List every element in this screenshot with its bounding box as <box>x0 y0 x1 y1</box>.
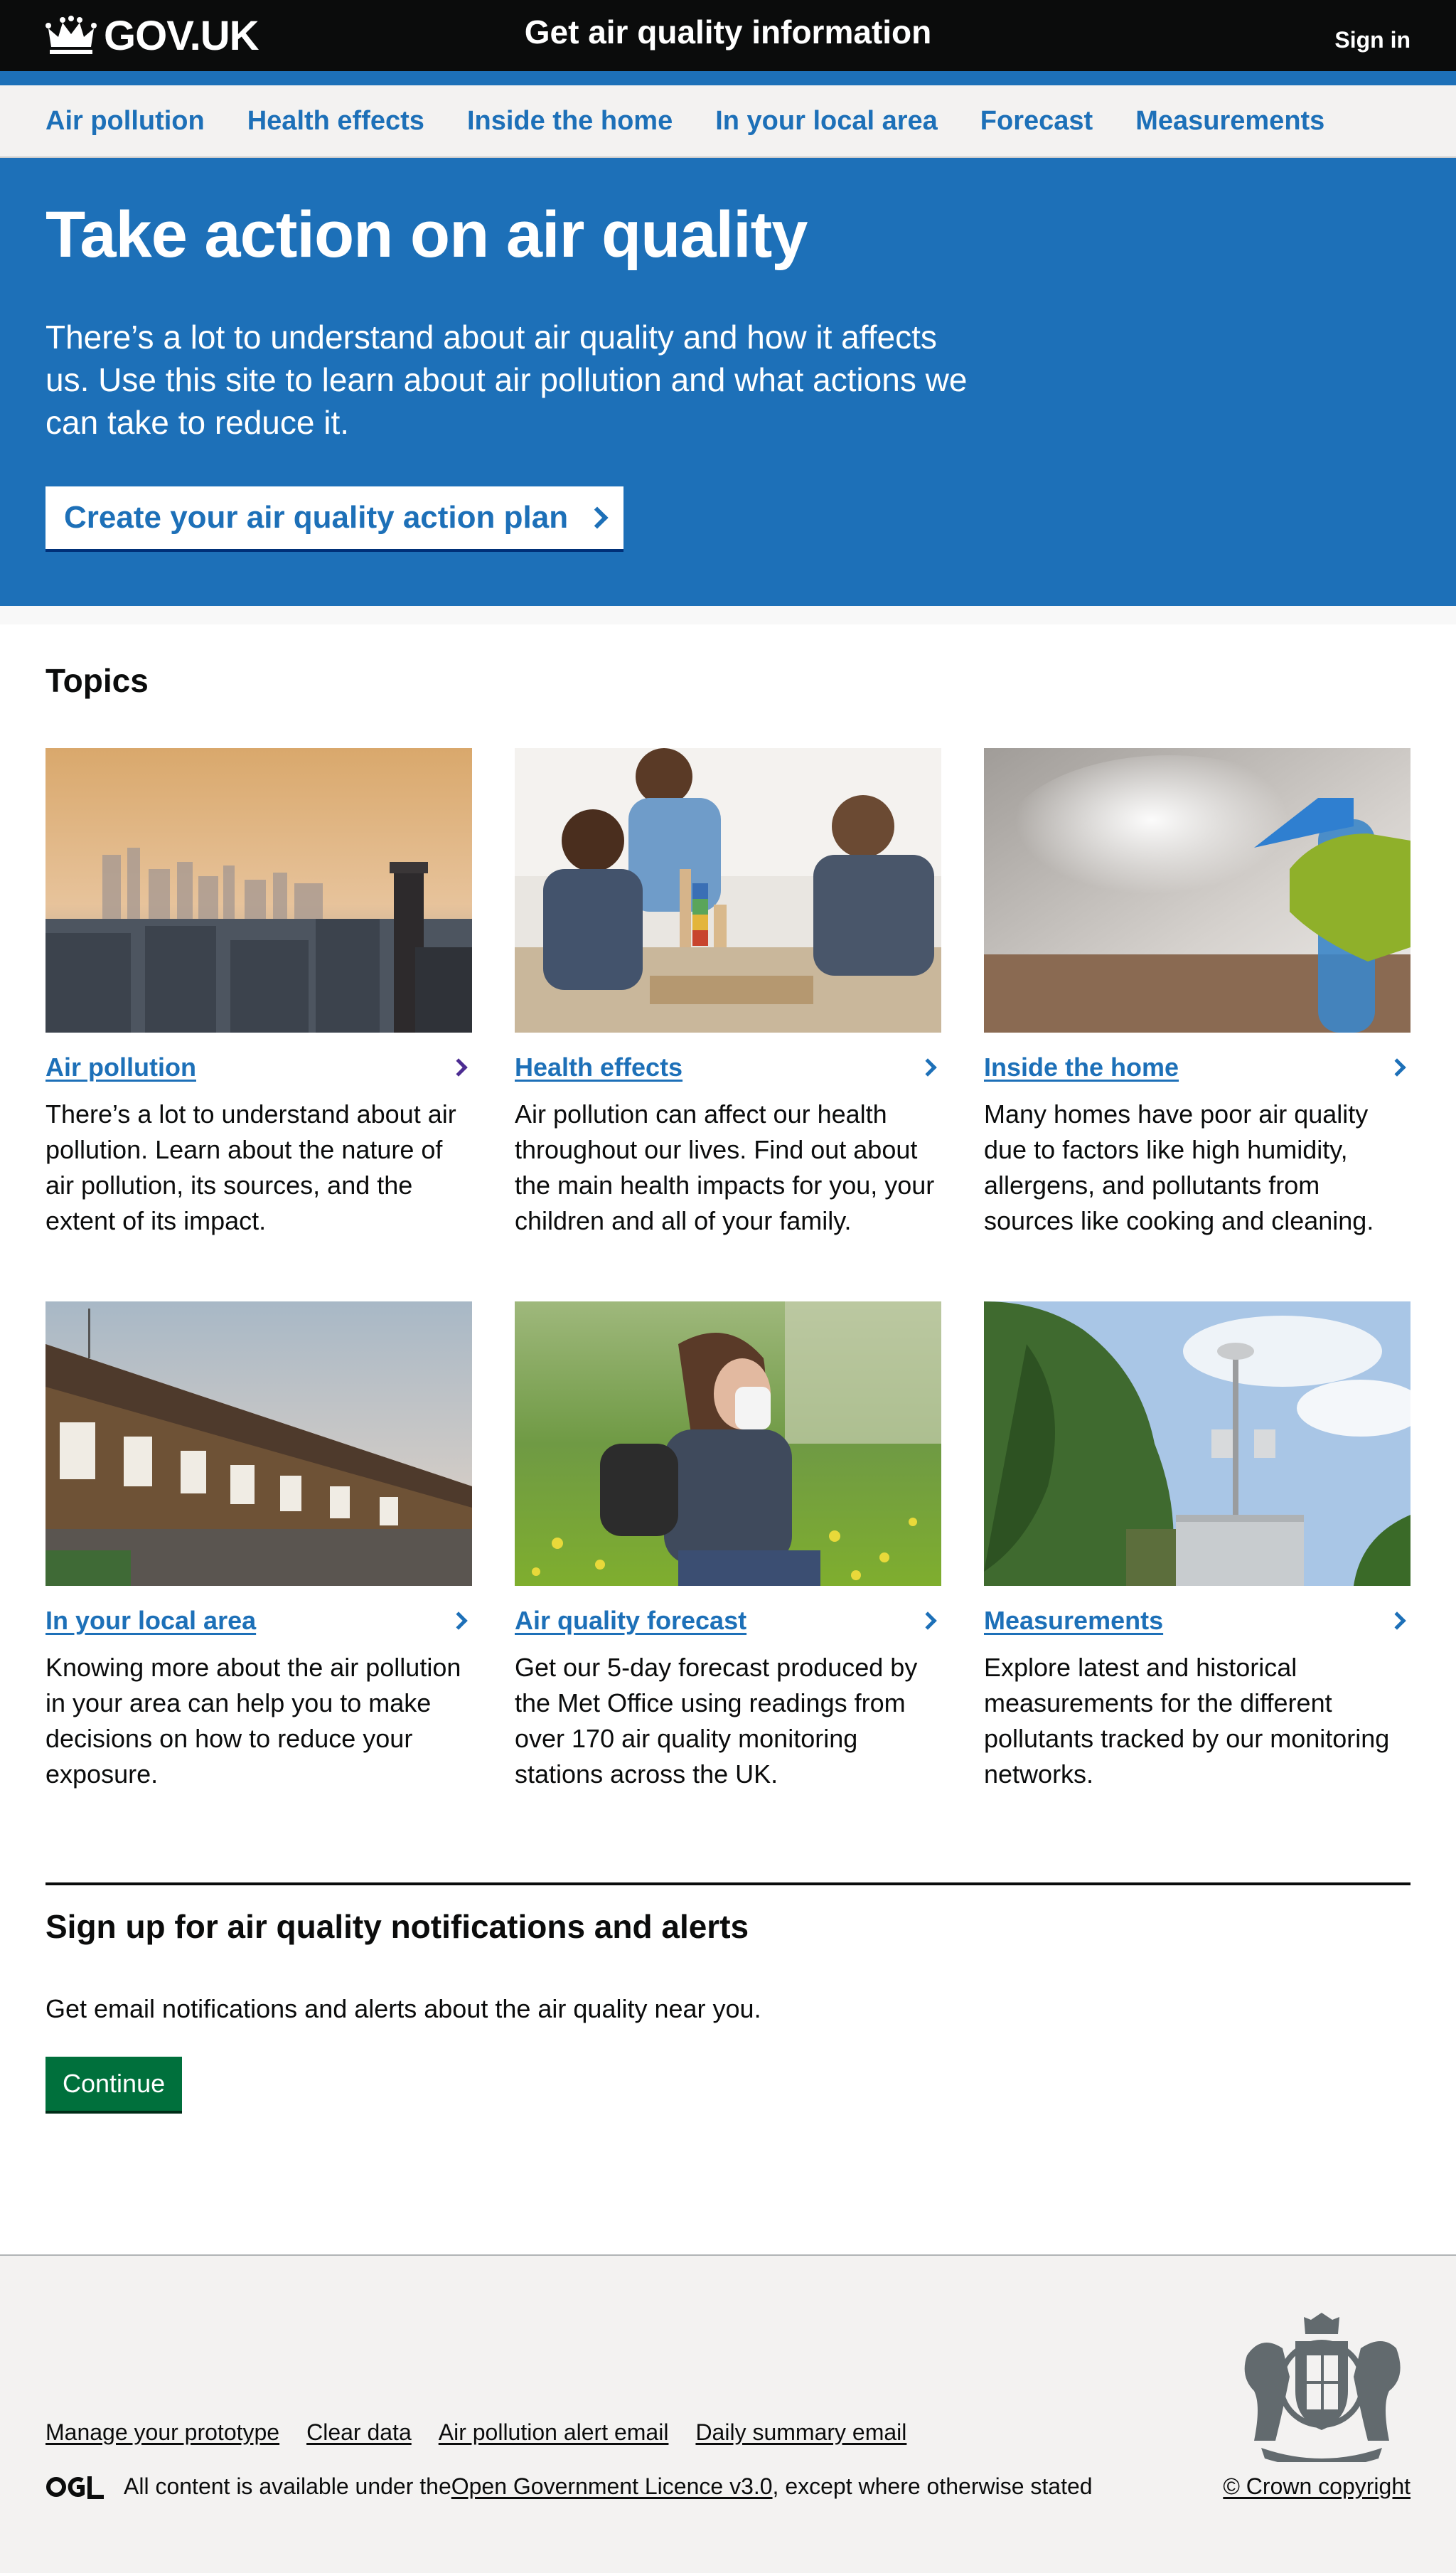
chevron-right-icon <box>919 1612 937 1630</box>
chevron-right-icon <box>1388 1058 1406 1077</box>
footer-link-alert-email[interactable]: Air pollution alert email <box>439 2419 669 2446</box>
open-government-licence-link[interactable]: Open Government Licence v3.0 <box>451 2473 773 2500</box>
topic-card-health-effects: Health effects Air pollution can affect … <box>515 748 941 1239</box>
cleaning-spray-photo[interactable] <box>984 748 1410 1033</box>
footer-link-manage-prototype[interactable]: Manage your prototype <box>46 2419 279 2446</box>
section-divider <box>46 1882 1410 1885</box>
create-action-plan-label: Create your air quality action plan <box>64 500 569 535</box>
family-playing-photo[interactable] <box>515 748 941 1033</box>
nav-local-area[interactable]: In your local area <box>715 106 938 136</box>
topic-card-air-pollution: Air pollution There’s a lot to understan… <box>46 748 472 1239</box>
continue-button[interactable]: Continue <box>46 2057 183 2111</box>
topic-description: Get our 5-day forecast produced by the M… <box>515 1653 918 1789</box>
topic-description: Knowing more about the air pollution in … <box>46 1653 461 1789</box>
footer-link-summary-email[interactable]: Daily summary email <box>695 2419 906 2446</box>
hero-title: Take action on air quality <box>46 198 808 271</box>
topic-link-measurements[interactable]: Measurements <box>984 1606 1163 1636</box>
crown-copyright-link[interactable]: © Crown copyright <box>1223 2473 1410 2500</box>
site-footer: Manage your prototype Clear data Air pol… <box>0 2254 1456 2573</box>
monitoring-station-photo[interactable] <box>984 1301 1410 1586</box>
chevron-right-icon <box>1388 1612 1406 1630</box>
terraced-houses-photo[interactable] <box>46 1301 472 1586</box>
chevron-right-icon <box>449 1612 468 1630</box>
city-skyline-smog-photo[interactable] <box>46 748 472 1033</box>
topic-card-forecast: Air quality forecast Get our 5-day forec… <box>515 1301 941 1792</box>
hero-separator <box>0 606 1456 624</box>
nav-measurements[interactable]: Measurements <box>1135 106 1324 136</box>
footer-link-clear-data[interactable]: Clear data <box>306 2419 412 2446</box>
hero-banner: Take action on air quality There’s a lot… <box>0 158 1456 606</box>
licence-prefix: All content is available under the <box>124 2473 451 2499</box>
woman-sneezing-photo[interactable] <box>515 1301 941 1586</box>
ogl-logo-icon <box>46 2476 104 2499</box>
topic-link-local-area[interactable]: In your local area <box>46 1606 256 1636</box>
signup-text: Get email notifications and alerts about… <box>46 1994 761 2023</box>
licence-statement: All content is available under the Open … <box>46 2473 1093 2500</box>
topic-card-inside-the-home: Inside the home Many homes have poor air… <box>984 748 1410 1239</box>
licence-suffix: , except where otherwise stated <box>772 2473 1093 2499</box>
topic-card-local-area: In your local area Knowing more about th… <box>46 1301 472 1792</box>
footer-links: Manage your prototype Clear data Air pol… <box>46 2419 933 2446</box>
nav-inside-the-home[interactable]: Inside the home <box>467 106 673 136</box>
topic-description: There’s a lot to understand about air po… <box>46 1099 456 1235</box>
service-name[interactable]: Get air quality information <box>0 13 1456 51</box>
create-action-plan-button[interactable]: Create your air quality action plan <box>46 486 624 549</box>
signup-heading: Sign up for air quality notifications an… <box>46 1908 749 1945</box>
chevron-right-icon <box>919 1058 937 1077</box>
topics-heading: Topics <box>46 662 149 699</box>
topic-link-health-effects[interactable]: Health effects <box>515 1053 682 1082</box>
topic-link-air-pollution[interactable]: Air pollution <box>46 1053 196 1082</box>
topic-description: Explore latest and historical measuremen… <box>984 1653 1390 1789</box>
primary-navigation: Air pollution Health effects Inside the … <box>0 85 1456 158</box>
nav-air-pollution[interactable]: Air pollution <box>46 106 205 136</box>
nav-health-effects[interactable]: Health effects <box>247 106 424 136</box>
topic-description: Air pollution can affect our health thro… <box>515 1099 935 1235</box>
topic-description: Many homes have poor air quality due to … <box>984 1099 1374 1235</box>
topic-card-measurements: Measurements Explore latest and historic… <box>984 1301 1410 1792</box>
topic-link-forecast[interactable]: Air quality forecast <box>515 1606 746 1636</box>
nav-forecast[interactable]: Forecast <box>980 106 1093 136</box>
topic-link-inside-the-home[interactable]: Inside the home <box>984 1053 1179 1082</box>
site-header: GOV.UK Get air quality information Sign … <box>0 0 1456 71</box>
sign-in-link[interactable]: Sign in <box>1334 27 1410 53</box>
royal-coat-of-arms-icon <box>1244 2313 1401 2462</box>
chevron-right-icon <box>449 1058 468 1077</box>
hero-lead: There’s a lot to understand about air qu… <box>46 319 968 441</box>
header-stripe <box>0 71 1456 85</box>
chevron-right-icon <box>586 506 609 529</box>
